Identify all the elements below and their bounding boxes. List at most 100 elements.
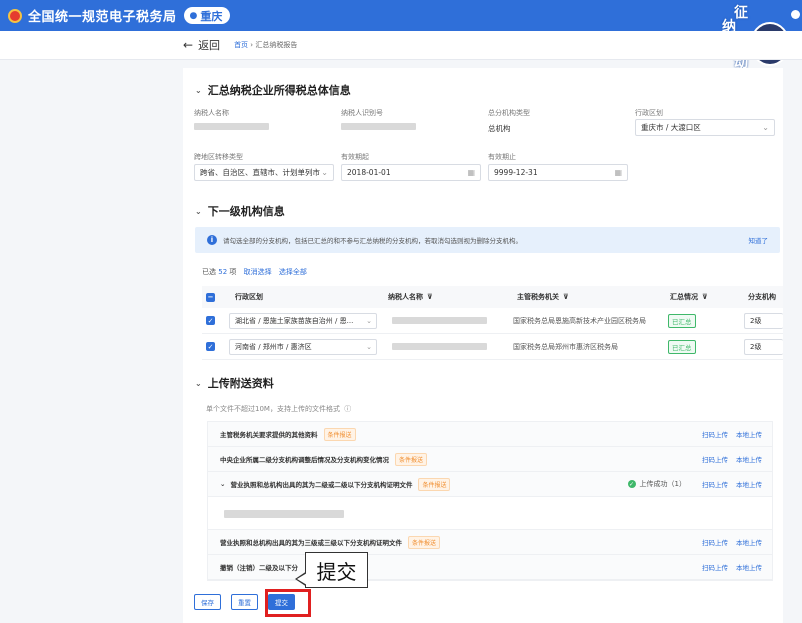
user-menu-icon[interactable] — [791, 10, 800, 19]
table-header: − 行政区划 纳税人名称 ⊽ 主管税务机关 ⊽ 汇总情况 ⊽ 分支机构 — [202, 286, 783, 308]
breadcrumb-home[interactable]: 首页 — [234, 41, 248, 49]
hq-type-label: 总分机构类型 — [488, 109, 530, 117]
col-summary-status[interactable]: 汇总情况 ⊽ — [670, 286, 708, 308]
info-icon: i — [207, 235, 217, 245]
callout-tail-inner — [297, 573, 307, 585]
back-arrow-icon: ← — [183, 38, 194, 52]
local-upload-link[interactable]: 本地上传 — [736, 564, 762, 572]
tax-emblem-icon — [8, 8, 22, 23]
calendar-icon: ▦ — [614, 168, 622, 177]
app-title: 全国统一规范电子税务局 — [28, 10, 177, 25]
taxpayer-id-label: 纳税人识别号 — [341, 109, 383, 117]
local-upload-link[interactable]: 本地上传 — [736, 456, 762, 464]
submit-callout: 提交 — [305, 552, 368, 588]
section-uploads-title[interactable]: ⌄ 上传附送资料 — [195, 375, 274, 391]
status-badge: 条件报送 — [323, 427, 356, 441]
chevron-down-icon: ⌄ — [366, 343, 372, 351]
col-taxpayer-name[interactable]: 纳税人名称 ⊽ — [388, 286, 433, 308]
filter-icon[interactable]: ⊽ — [563, 293, 569, 301]
col-area: 行政区划 — [235, 293, 263, 301]
main-card: ⌄ 汇总纳税企业所得税总体信息 纳税人名称 纳税人识别号 总分机构类型 总机构 … — [183, 68, 783, 623]
row-level-select[interactable]: 2级 — [744, 339, 783, 355]
table-row: ✓ 湖北省 / 恩施土家族苗族自治州 / 恩... ⌄ 国家税务总局恩施高新技术… — [202, 308, 783, 334]
scan-upload-link[interactable]: 扫码上传 — [702, 481, 728, 489]
scan-upload-link[interactable]: 扫码上传 — [702, 431, 728, 439]
list-item[interactable]: ⌄ 营业执照和总机构出具的其为二级或二级以下分支机构证明文件 条件报送 ✓ 上传成… — [208, 472, 772, 497]
upload-list: 主管税务机关要求提供的其他资料 条件报送 扫码上传 本地上传 中央企业所属二级分支… — [207, 421, 773, 581]
check-icon: ✓ — [627, 480, 636, 488]
back-label: 返回 — [198, 39, 221, 52]
valid-from-label: 有效期起 — [341, 153, 369, 161]
row-area-select[interactable]: 河南省 / 郑州市 / 惠济区 ⌄ — [229, 339, 377, 355]
col-branch-level: 分支机构 — [748, 293, 776, 301]
valid-from-date[interactable]: 2018-01-01 ▦ — [341, 164, 481, 181]
uploaded-file-masked — [224, 510, 344, 518]
valid-to-label: 有效期止 — [488, 153, 516, 161]
status-badge: 已汇总 — [668, 339, 696, 354]
valid-to-date[interactable]: 9999-12-31 ▦ — [488, 164, 628, 181]
status-badge: 已汇总 — [668, 313, 696, 328]
save-button[interactable]: 保存 — [194, 594, 221, 610]
scan-upload-link[interactable]: 扫码上传 — [702, 539, 728, 547]
taxpayer-id-masked — [341, 123, 416, 130]
list-item: 主管税务机关要求提供的其他资料 条件报送 扫码上传 本地上传 — [208, 422, 772, 447]
region-label: 重庆 — [200, 9, 223, 23]
chevron-down-icon: ⌄ — [195, 85, 202, 95]
location-pin-icon: ● — [189, 10, 198, 21]
row-tax-office: 国家税务总局郑州市惠济区税务局 — [513, 342, 618, 351]
row-checkbox[interactable]: ✓ — [206, 342, 215, 351]
uploaded-file-row — [208, 497, 772, 530]
list-item: 营业执照和总机构出具的其为三级或三级以下分支机构证明文件 条件报送 扫码上传 本地… — [208, 530, 772, 555]
help-icon[interactable]: ⓘ — [344, 405, 351, 413]
chevron-down-icon[interactable]: ⌄ — [220, 480, 225, 488]
chevron-down-icon: ⌄ — [321, 168, 328, 177]
status-badge: 条件报送 — [408, 535, 441, 549]
status-badge: 条件报送 — [418, 477, 451, 491]
col-tax-office[interactable]: 主管税务机关 ⊽ — [517, 286, 569, 308]
taxpayer-name-label: 纳税人名称 — [194, 109, 229, 117]
cross-region-select[interactable]: 跨省、自治区、直辖市、计划单列市 ⌄ — [194, 164, 334, 181]
row-taxpayer-masked — [392, 317, 487, 324]
select-all-checkbox[interactable]: − — [206, 292, 215, 302]
calendar-icon: ▦ — [467, 168, 475, 177]
admin-area-select[interactable]: 重庆市 / 大渡口区 ⌄ — [635, 119, 775, 136]
row-tax-office: 国家税务总局恩施高新技术产业园区税务局 — [513, 316, 646, 325]
breadcrumb-current: 汇总纳税报告 — [255, 41, 298, 49]
upload-hint: 单个文件不超过10M，支持上传的文件格式 ⓘ — [206, 405, 352, 413]
mascot-char-1: 征 — [734, 5, 748, 21]
reset-button[interactable]: 重置 — [231, 594, 258, 610]
notice-dismiss-link[interactable]: 知道了 — [749, 235, 769, 245]
scan-upload-link[interactable]: 扫码上传 — [702, 456, 728, 464]
breadcrumb: 首页 › 汇总纳税报告 — [234, 41, 298, 49]
selection-bar: 已选 52 项 取消选择 选择全部 — [202, 268, 307, 276]
submit-highlight-box — [265, 589, 311, 617]
row-area-select[interactable]: 湖北省 / 恩施土家族苗族自治州 / 恩... ⌄ — [229, 313, 377, 329]
hq-type-value: 总机构 — [488, 124, 511, 133]
cancel-selection-link[interactable]: 取消选择 — [244, 268, 272, 276]
row-level-select[interactable]: 2级 — [744, 313, 783, 329]
selected-count: 52 — [218, 268, 228, 276]
section-branches-title[interactable]: ⌄ 下一级机构信息 — [195, 203, 285, 219]
local-upload-link[interactable]: 本地上传 — [736, 539, 762, 547]
section-summary-title[interactable]: ⌄ 汇总纳税企业所得税总体信息 — [195, 82, 351, 98]
admin-area-label: 行政区划 — [635, 109, 663, 117]
chevron-down-icon: ⌄ — [195, 206, 202, 216]
branch-notice: i 请勾选全部的分支机构，包括已汇总的和不参与汇总纳税的分支机构，若取消勾选则视… — [195, 227, 780, 253]
region-badge[interactable]: ● 重庆 — [183, 7, 231, 24]
branch-table: − 行政区划 纳税人名称 ⊽ 主管税务机关 ⊽ 汇总情况 ⊽ 分支机构 ✓ 湖北省 /… — [202, 286, 783, 360]
scan-upload-link[interactable]: 扫码上传 — [702, 564, 728, 572]
row-checkbox[interactable]: ✓ — [206, 316, 215, 325]
select-all-link[interactable]: 选择全部 — [279, 268, 307, 276]
back-button[interactable]: ← 返回 — [183, 37, 220, 53]
chevron-down-icon: ⌄ — [366, 317, 372, 325]
local-upload-link[interactable]: 本地上传 — [736, 481, 762, 489]
row-taxpayer-masked — [392, 343, 487, 350]
taxpayer-name-masked — [194, 123, 269, 130]
chevron-down-icon: ⌄ — [762, 123, 769, 132]
filter-icon[interactable]: ⊽ — [427, 293, 433, 301]
local-upload-link[interactable]: 本地上传 — [736, 431, 762, 439]
filter-icon[interactable]: ⊽ — [702, 293, 708, 301]
table-row: ✓ 河南省 / 郑州市 / 惠济区 ⌄ 国家税务总局郑州市惠济区税务局 已汇总 … — [202, 334, 783, 360]
top-header: 全国统一规范电子税务局 ● 重庆 — [0, 0, 802, 31]
list-item: 撤销（注销）二级及以下分 扫码上传 本地上传 — [208, 555, 772, 580]
